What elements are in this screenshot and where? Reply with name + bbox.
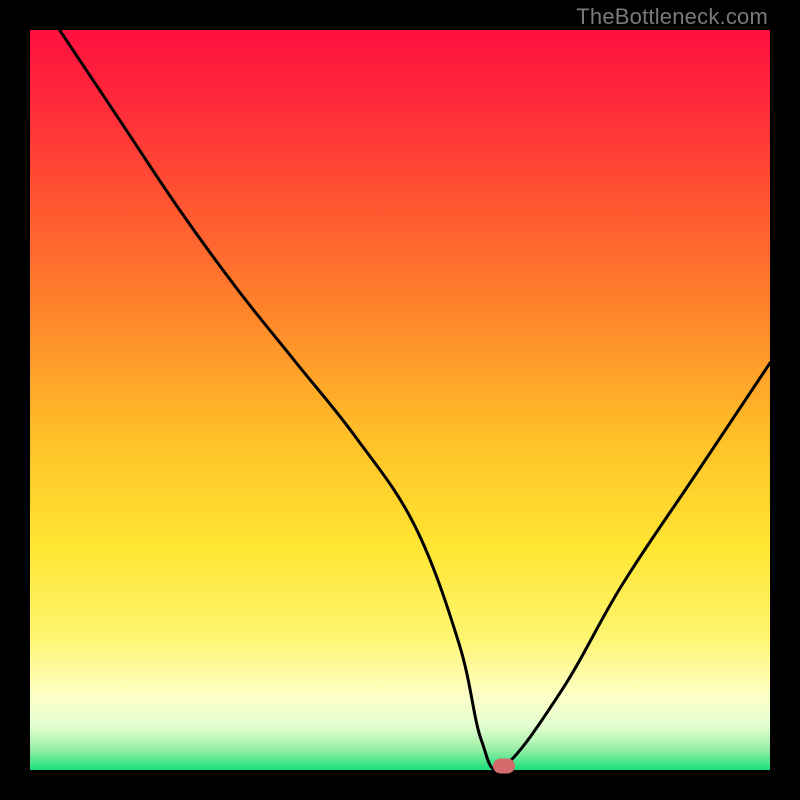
bottleneck-curve: [30, 30, 770, 770]
watermark-text: TheBottleneck.com: [576, 4, 768, 30]
plot-area: [30, 30, 770, 770]
optimal-point-marker: [493, 759, 515, 774]
chart-container: TheBottleneck.com: [0, 0, 800, 800]
